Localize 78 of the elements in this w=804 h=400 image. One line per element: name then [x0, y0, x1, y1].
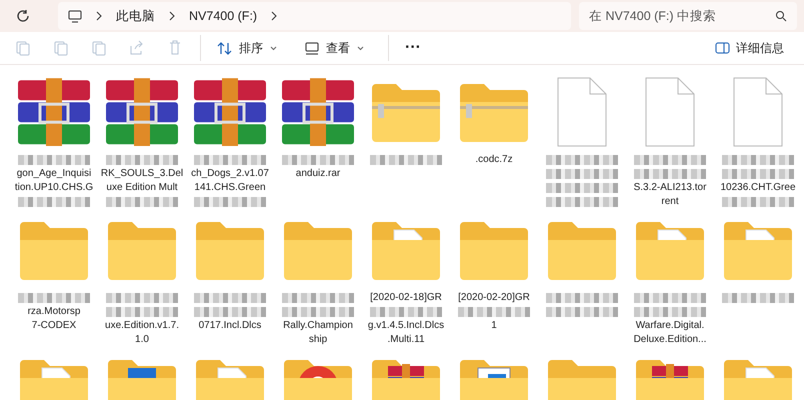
file-name: RK_SOULS_3.Del	[100, 167, 184, 181]
pixelated-text	[18, 197, 90, 207]
pixelated-text	[634, 307, 706, 317]
file-name: Warfare.Digital.	[636, 319, 704, 333]
file-name: 1	[491, 319, 497, 333]
file-name: .codc.7z	[475, 153, 513, 167]
pixelated-text	[194, 197, 266, 207]
file-name: 141.CHS.Green	[194, 181, 266, 195]
pixelated-text	[546, 293, 618, 303]
pixelated-text	[634, 155, 706, 165]
pixelated-text	[18, 155, 90, 165]
pixelated-text	[282, 307, 354, 317]
file-name: [2020-02-18]GR	[370, 291, 442, 305]
file-name: ship	[308, 333, 328, 347]
file-name: ch_Dogs_2.v1.07	[191, 167, 269, 181]
file-name: tion.UP10.CHS.G	[14, 181, 94, 195]
file-name: .Multi.11	[387, 333, 425, 347]
side-panel-icon	[715, 42, 730, 54]
search-field[interactable]: 在 NV7400 (F:) 中搜索	[579, 2, 797, 30]
pixelated-text	[194, 307, 266, 317]
breadcrumb-item[interactable]: NV7400 (F:)	[189, 9, 258, 23]
address-bar[interactable]: 此电脑 NV7400 (F:)	[58, 2, 571, 30]
more-button[interactable]: ···	[395, 32, 431, 64]
file-name: [2020-02-20]GR	[458, 291, 530, 305]
details-button[interactable]: 详细信息	[709, 32, 790, 64]
pixelated-text	[106, 293, 178, 303]
file-name: S.3.2-ALI213.tor	[634, 181, 706, 195]
pixelated-text	[722, 293, 794, 303]
chevron-icon	[96, 11, 102, 21]
pixelated-text	[546, 169, 618, 179]
pixelated-text	[546, 197, 618, 207]
pixelated-text	[194, 155, 266, 165]
file-name: 1.0	[135, 333, 149, 347]
file-name: g.v1.4.5.Incl.Dlcs	[368, 319, 444, 333]
pixelated-text	[546, 183, 618, 193]
pixelated-text	[370, 307, 442, 317]
file-name: rent	[661, 195, 679, 209]
caret-icon	[357, 46, 364, 50]
pixelated-text	[722, 197, 794, 207]
view-button[interactable]: 查看	[295, 32, 374, 64]
archive-books-icon	[104, 78, 180, 146]
archive-books-icon	[280, 78, 356, 146]
file-name: gon_Age_Inquisi	[16, 167, 92, 181]
file-name: Rally.Champion	[283, 319, 353, 333]
breadcrumb-item[interactable]: 此电脑	[116, 8, 155, 24]
pixelated-text	[370, 155, 442, 165]
file-name: uxe.Edition.v1.7.	[105, 319, 179, 333]
file-name: Deluxe.Edition...	[634, 333, 706, 347]
archive-books-icon	[192, 78, 268, 146]
monitor-icon	[305, 42, 319, 54]
pixelated-text	[106, 197, 178, 207]
pixelated-text	[634, 169, 706, 179]
pixelated-text	[458, 307, 530, 317]
pixelated-text	[194, 293, 266, 303]
monitor-icon	[68, 10, 82, 22]
pixelated-text	[634, 293, 706, 303]
pixelated-text	[546, 155, 618, 165]
pixelated-text	[546, 307, 618, 317]
caret-icon	[270, 46, 277, 50]
chevron-icon	[271, 11, 278, 21]
pixelated-text	[282, 293, 354, 303]
pixelated-text	[282, 155, 354, 165]
pixelated-text	[722, 169, 794, 179]
chevron-icon	[169, 11, 175, 21]
search-icon	[775, 10, 787, 22]
pixelated-text	[106, 155, 178, 165]
pixelated-text	[18, 293, 90, 303]
archive-books-icon	[16, 78, 92, 146]
file-name: 10236.CHT.Gree	[720, 181, 796, 195]
file-name: 7-CODEX	[32, 319, 76, 333]
pixelated-text	[106, 307, 178, 317]
sort-arrows-icon	[217, 42, 232, 54]
pixelated-text	[722, 155, 794, 165]
file-name: rza.Motorsp	[28, 305, 80, 319]
file-name: anduiz.rar	[296, 167, 340, 181]
file-name: uxe Edition Mult	[106, 181, 178, 195]
file-name: 0717.Incl.Dlcs	[198, 319, 262, 333]
sort-button[interactable]: 排序	[207, 32, 287, 64]
